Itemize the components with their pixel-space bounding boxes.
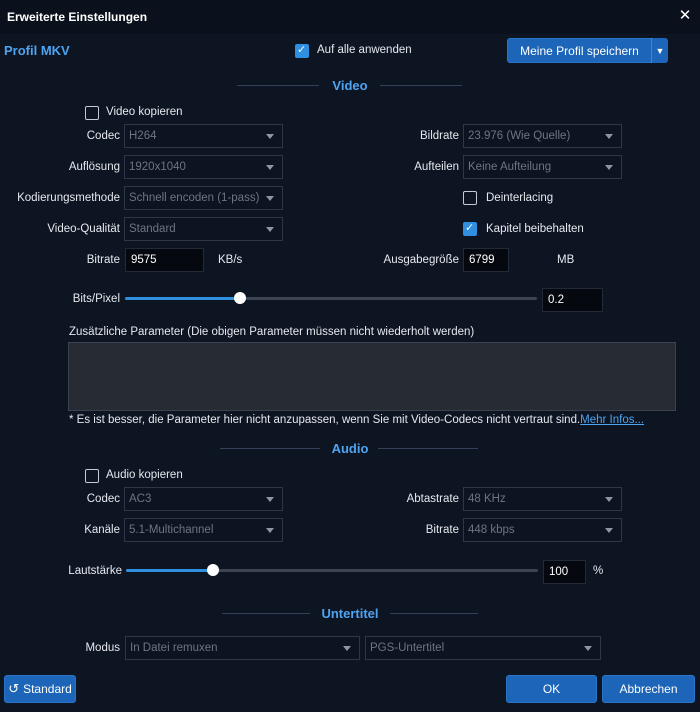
- framerate-label: Bildrate: [420, 130, 459, 142]
- volume-handle[interactable]: [207, 564, 219, 576]
- chapters-label: Kapitel beibehalten: [486, 223, 584, 235]
- chevron-down-icon: [266, 196, 274, 201]
- video-codec-select[interactable]: H264: [124, 124, 283, 148]
- chevron-down-icon: [266, 497, 274, 502]
- video-bitrate-label: Bitrate: [86, 254, 120, 266]
- deinterlace-label: Deinterlacing: [486, 192, 554, 204]
- subtitle-format-select[interactable]: PGS-Untertitel: [365, 636, 601, 660]
- split-select[interactable]: Keine Aufteilung: [463, 155, 622, 179]
- audio-copy-checkbox[interactable]: [85, 469, 99, 483]
- output-size-label: Ausgabegröße: [383, 254, 459, 266]
- output-size-input[interactable]: 6799: [463, 248, 509, 272]
- more-info-link[interactable]: Mehr Infos...: [580, 414, 644, 426]
- subtitle-mode-label: Modus: [85, 642, 120, 654]
- cancel-button[interactable]: Abbrechen: [602, 675, 695, 703]
- encoding-method-label: Kodierungsmethode: [17, 192, 120, 204]
- volume-slider[interactable]: [126, 564, 538, 578]
- window-title: Erweiterte Einstellungen: [7, 10, 148, 24]
- subtitle-mode-select[interactable]: In Datei remuxen: [125, 636, 360, 660]
- profile-name: Profil MKV: [4, 43, 70, 58]
- resolution-label: Auflösung: [68, 161, 120, 173]
- samplerate-label: Abtastrate: [406, 493, 459, 505]
- reset-icon: ↺: [8, 681, 20, 696]
- volume-input[interactable]: 100: [543, 560, 586, 584]
- video-codec-label: Codec: [86, 130, 120, 142]
- chevron-down-icon: [605, 497, 613, 502]
- chevron-down-icon: ▼: [655, 45, 665, 56]
- extra-params-note: * Es ist besser, die Parameter hier nich…: [69, 414, 645, 426]
- video-bitrate-input[interactable]: 9575: [125, 248, 204, 272]
- audio-codec-select[interactable]: AC3: [124, 487, 283, 511]
- audio-codec-label: Codec: [86, 493, 120, 505]
- bits-per-pixel-label: Bits/Pixel: [72, 293, 120, 305]
- bits-per-pixel-slider[interactable]: [125, 292, 537, 306]
- audio-section-title: Audio: [331, 441, 369, 456]
- chevron-down-icon: [605, 134, 613, 139]
- ok-button[interactable]: OK: [506, 675, 597, 703]
- chevron-down-icon: [343, 646, 351, 651]
- channels-select[interactable]: 5.1-Multichannel: [124, 518, 283, 542]
- chevron-down-icon: [266, 528, 274, 533]
- reset-standard-button[interactable]: ↺ Standard: [4, 675, 76, 703]
- apply-all-label: Auf alle anwenden: [317, 44, 412, 56]
- deinterlace-checkbox[interactable]: [463, 191, 477, 205]
- audio-bitrate-select[interactable]: 448 kbps: [463, 518, 622, 542]
- output-size-unit: MB: [557, 254, 575, 266]
- audio-bitrate-label: Bitrate: [425, 524, 459, 536]
- save-profile-dropdown[interactable]: ▼: [651, 38, 668, 63]
- framerate-select[interactable]: 23.976 (Wie Quelle): [463, 124, 622, 148]
- apply-all-checkbox[interactable]: [295, 43, 309, 58]
- video-section-header: Video: [0, 78, 700, 93]
- extra-params-textarea[interactable]: [68, 342, 676, 411]
- video-copy-checkbox[interactable]: [85, 106, 99, 120]
- volume-unit: %: [593, 565, 604, 577]
- split-label: Aufteilen: [414, 161, 459, 173]
- chevron-down-icon: [266, 227, 274, 232]
- encoding-method-select[interactable]: Schnell encoden (1-pass): [124, 186, 283, 210]
- video-bitrate-unit: KB/s: [218, 254, 243, 266]
- audio-section-header: Audio: [0, 441, 700, 456]
- chevron-down-icon: [266, 165, 274, 170]
- chapters-checkbox[interactable]: [463, 221, 477, 236]
- save-profile-button[interactable]: Meine Profil speichern: [507, 38, 652, 63]
- resolution-select[interactable]: 1920x1040: [124, 155, 283, 179]
- chevron-down-icon: [584, 646, 592, 651]
- video-quality-select[interactable]: Standard: [124, 217, 283, 241]
- bits-per-pixel-handle[interactable]: [234, 292, 246, 304]
- video-copy-label: Video kopieren: [106, 106, 183, 118]
- chevron-down-icon: [605, 528, 613, 533]
- volume-label: Lautstärke: [68, 565, 122, 577]
- video-quality-label: Video-Qualität: [47, 223, 120, 235]
- channels-label: Kanäle: [84, 524, 120, 536]
- bits-per-pixel-input[interactable]: 0.2: [542, 288, 603, 312]
- audio-copy-label: Audio kopieren: [106, 469, 183, 481]
- chevron-down-icon: [266, 134, 274, 139]
- samplerate-select[interactable]: 48 KHz: [463, 487, 622, 511]
- chevron-down-icon: [605, 165, 613, 170]
- subtitle-section-header: Untertitel: [0, 606, 700, 621]
- close-icon[interactable]: ✕: [677, 7, 693, 25]
- subtitle-section-title: Untertitel: [321, 606, 379, 621]
- extra-params-label: Zusätzliche Parameter (Die obigen Parame…: [69, 326, 475, 338]
- video-section-title: Video: [332, 78, 368, 93]
